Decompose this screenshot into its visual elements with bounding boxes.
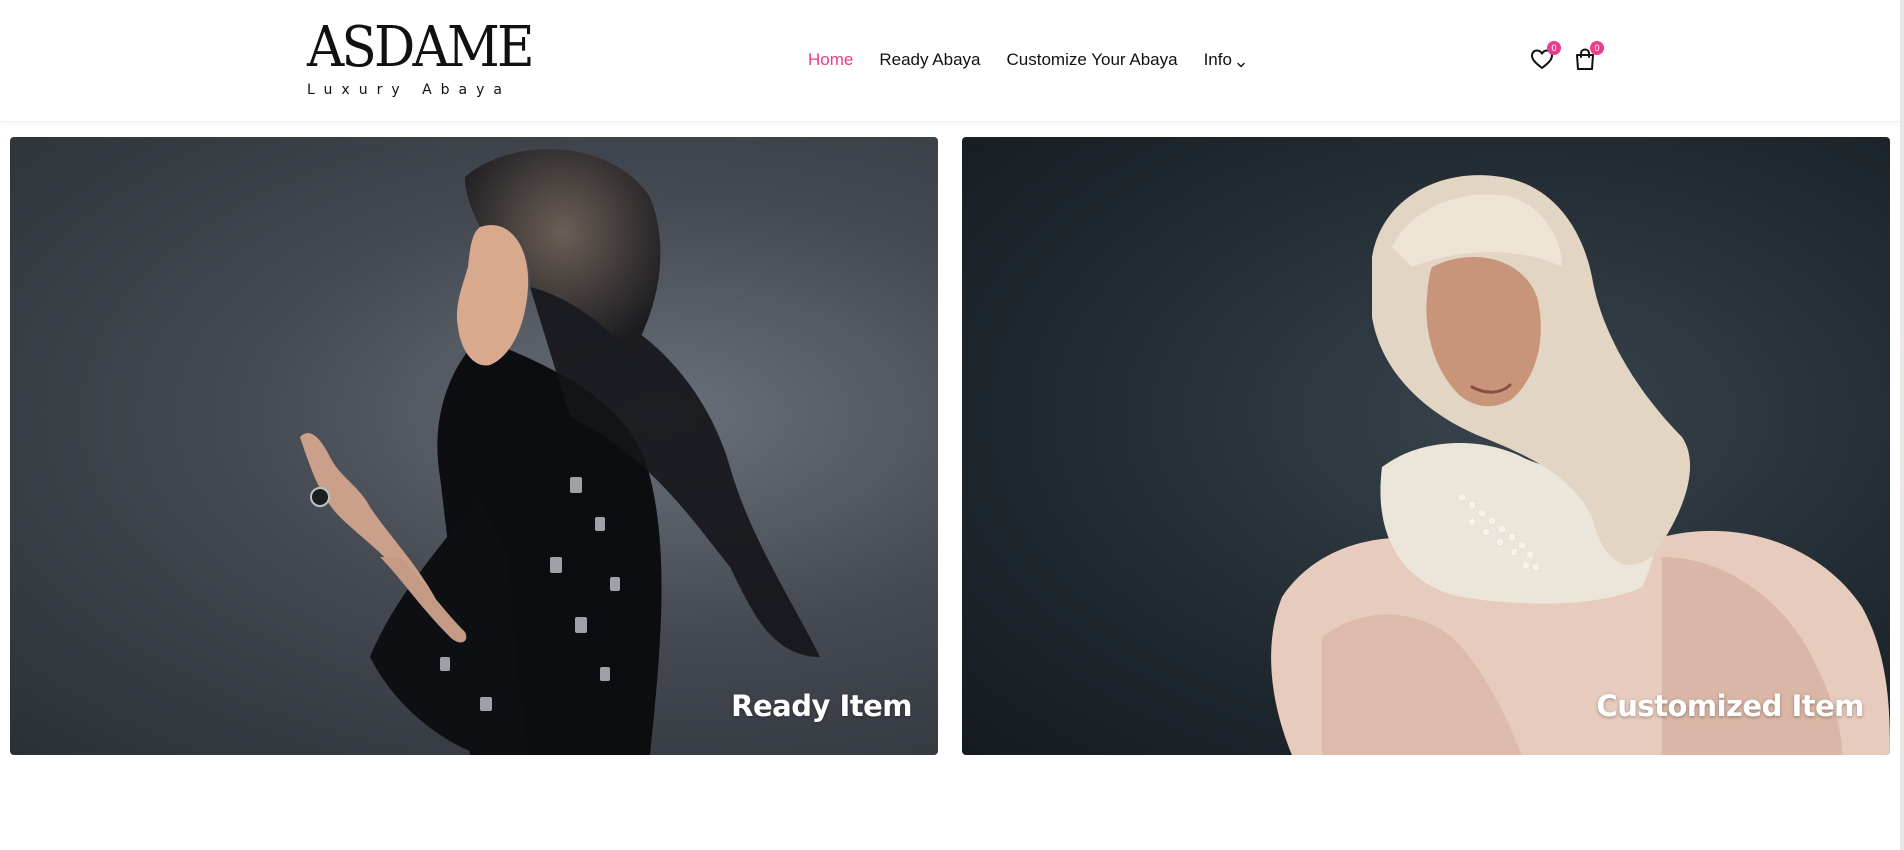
wishlist-count-badge: 0 [1547,41,1561,55]
nav-item-info[interactable]: Info [1204,50,1246,70]
nav-item-label: Info [1203,50,1232,69]
chevron-down-icon [1236,55,1246,68]
logo-tagline: Luxury Abaya [307,82,511,98]
header-inner: ASDAME Luxury Abaya Home Ready Abaya Cus… [0,0,1904,122]
site-logo[interactable]: ASDAME Luxury Abaya [307,18,535,100]
site-header: ASDAME Luxury Abaya Home Ready Abaya Cus… [0,0,1904,122]
ready-item-card[interactable]: Ready Item [10,137,938,755]
logo-wordmark: ASDAME [307,15,535,80]
nav-item-customize-your-abaya[interactable]: Customize Your Abaya [1007,50,1178,70]
wishlist-button[interactable]: 0 [1529,41,1561,72]
heart-icon [1529,49,1555,76]
customized-item-label: Customized Item [1596,689,1864,723]
cart-count-badge: 0 [1590,41,1604,55]
nav-item-ready-abaya[interactable]: Ready Abaya [879,50,980,70]
ready-item-label: Ready Item [731,689,912,723]
customized-abaya-model-image [1271,175,1890,755]
shopping-bag-icon [1572,48,1598,76]
nav-item-home[interactable]: Home [808,50,853,70]
customized-item-card[interactable]: Customized Item [962,137,1890,755]
nav-item-label: Home [808,50,854,69]
nav-item-label: Customize Your Abaya [1006,50,1178,69]
page-scrollbar[interactable] [1900,0,1904,850]
nav-item-label: Ready Abaya [879,50,981,69]
main-nav: Home Ready Abaya Customize Your Abaya In… [808,46,1272,74]
ready-abaya-model-image [300,149,820,755]
cart-button[interactable]: 0 [1572,41,1604,72]
